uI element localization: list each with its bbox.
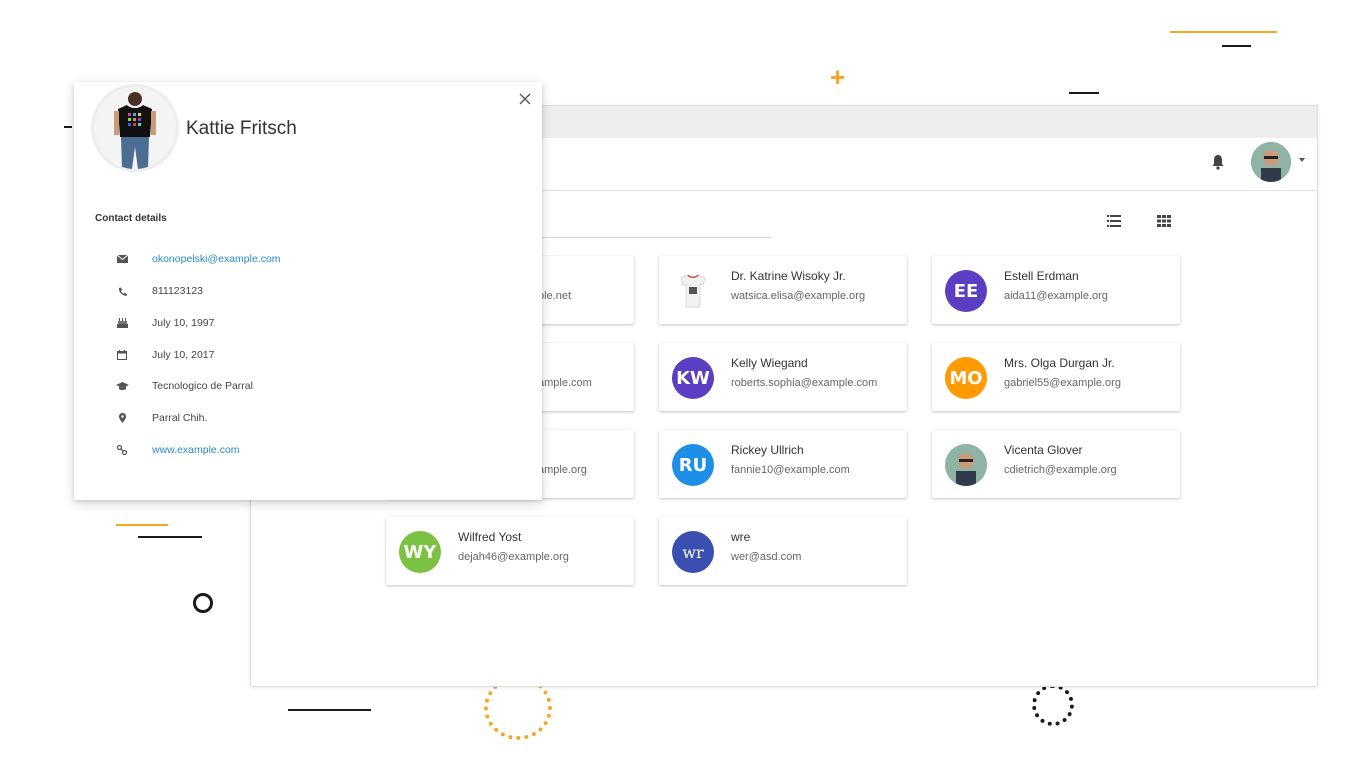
contact-card[interactable]: MO Mrs. Olga Durgan Jr. gabriel55@exampl…: [932, 343, 1180, 411]
contact-card[interactable]: EE Estell Erdman aida11@example.org: [932, 256, 1180, 324]
contact-card[interactable]: Dr. Katrine Wisoky Jr. watsica.elisa@exa…: [659, 256, 907, 324]
contact-card[interactable]: Vicenta Glover cdietrich@example.org: [932, 430, 1180, 498]
contact-email: aida11@example.org: [1004, 290, 1108, 302]
decorative-line: [138, 536, 202, 538]
decorative-line: [116, 524, 168, 526]
contact-name: Mrs. Olga Durgan Jr.: [1004, 356, 1115, 370]
contact-name: Dr. Katrine Wisoky Jr.: [731, 269, 846, 283]
graduation-cap-icon: [114, 380, 130, 392]
decorative-line: [1069, 92, 1099, 94]
map-marker-icon: [114, 412, 130, 424]
contact-card[interactable]: WY Wilfred Yost dejah46@example.org: [386, 517, 634, 585]
contact-email: wer@asd.com: [731, 551, 802, 563]
contact-email: cdietrich@example.org: [1004, 464, 1117, 476]
contact-email: gabriel55@example.org: [1004, 377, 1121, 389]
contact-name: Estell Erdman: [1004, 269, 1079, 283]
contact-card[interactable]: KW Kelly Wiegand roberts.sophia@example.…: [659, 343, 907, 411]
detail-birthday: July 10, 1997: [114, 316, 214, 330]
contact-detail-panel: Kattie Fritsch Contact details okonopels…: [74, 82, 542, 500]
contact-email: ple.net: [538, 290, 572, 302]
list-view-icon[interactable]: [1107, 215, 1121, 227]
decorative-line: [1222, 45, 1251, 47]
avatar: EE: [945, 270, 987, 312]
bell-icon[interactable]: [1211, 154, 1225, 170]
contact-details-heading: Contact details: [95, 213, 167, 224]
detail-date: July 10, 2017: [114, 348, 214, 362]
detail-website: www.example.com: [114, 443, 240, 457]
birthday-text: July 10, 1997: [152, 317, 215, 329]
decorative-line: [1170, 31, 1277, 33]
avatar: [672, 270, 714, 312]
detail-phone: 811123123: [114, 284, 203, 298]
website-link[interactable]: www.example.com: [152, 444, 240, 456]
school-text: Tecnologico de Parral: [152, 380, 253, 392]
decorative-dotted-ring: [1032, 684, 1074, 726]
profile-name: Kattie Fritsch: [186, 118, 297, 139]
phone-text: 811123123: [152, 285, 203, 297]
grid-view-icon[interactable]: [1157, 215, 1171, 227]
contact-email: fannie10@example.com: [731, 464, 850, 476]
avatar: WY: [399, 531, 441, 573]
avatar: RU: [672, 444, 714, 486]
decorative-plus: +: [830, 62, 846, 92]
contact-name: Kelly Wiegand: [731, 356, 808, 370]
cake-icon: [114, 317, 130, 329]
date-text: July 10, 2017: [152, 349, 215, 361]
close-icon[interactable]: [518, 92, 532, 106]
contact-email: watsica.elisa@example.org: [731, 290, 866, 302]
decorative-line: [64, 126, 72, 128]
detail-school: Tecnologico de Parral: [114, 379, 253, 393]
profile-photo: [91, 84, 179, 172]
email-link[interactable]: okonopelski@example.com: [152, 253, 281, 265]
link-icon: [114, 444, 130, 456]
contact-email: ample.org: [538, 464, 587, 476]
detail-location: Parral Chih.: [114, 411, 207, 425]
contact-name: Wilfred Yost: [458, 530, 522, 544]
detail-email: okonopelski@example.com: [114, 252, 281, 266]
contact-email: ample.com: [538, 377, 592, 389]
avatar: MO: [945, 357, 987, 399]
envelope-icon: [114, 253, 130, 265]
contact-name: Vicenta Glover: [1004, 443, 1083, 457]
user-avatar[interactable]: [1251, 142, 1291, 182]
location-text: Parral Chih.: [152, 412, 208, 424]
contact-name: Rickey Ullrich: [731, 443, 804, 457]
contact-card[interactable]: wr wre wer@asd.com: [659, 517, 907, 585]
decorative-ring: [193, 593, 213, 613]
contact-name: wre: [731, 530, 751, 544]
chevron-down-icon[interactable]: [1299, 158, 1305, 162]
avatar: wr: [672, 531, 714, 573]
avatar: [945, 444, 987, 486]
decorative-line: [288, 709, 371, 711]
avatar: KW: [672, 357, 714, 399]
contact-email: dejah46@example.org: [458, 551, 569, 563]
calendar-icon: [114, 349, 130, 361]
contact-card[interactable]: RU Rickey Ullrich fannie10@example.com: [659, 430, 907, 498]
phone-icon: [114, 285, 130, 297]
search-input[interactable]: [541, 237, 771, 238]
contact-email: roberts.sophia@example.com: [731, 377, 878, 389]
